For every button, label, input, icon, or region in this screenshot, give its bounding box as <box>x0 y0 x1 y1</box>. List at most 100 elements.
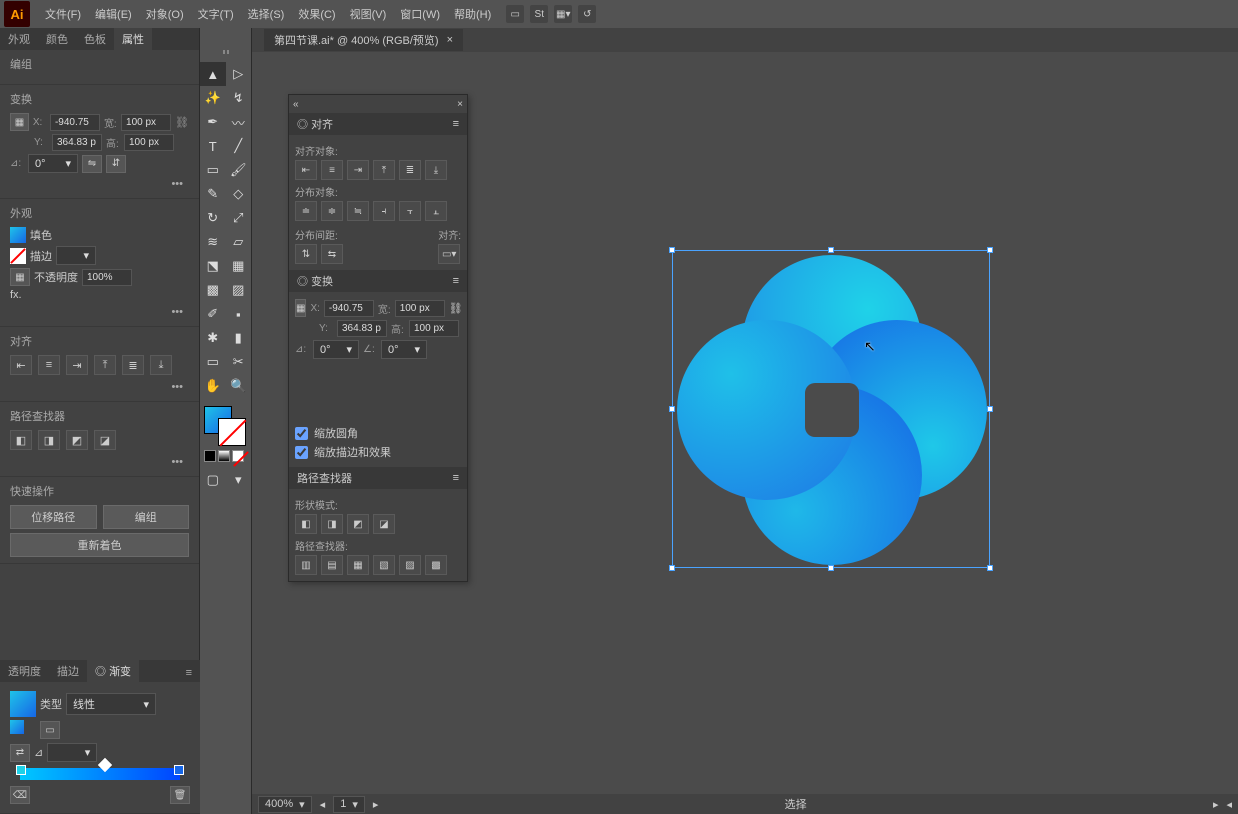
tab-swatches[interactable]: 色板 <box>76 28 114 50</box>
pf-exclude-icon[interactable]: ◪ <box>94 430 116 450</box>
artboard-tool[interactable]: ▭ <box>200 350 226 374</box>
scroll-right-icon[interactable]: ◂ <box>1226 798 1232 811</box>
menu-edit[interactable]: 编辑(E) <box>89 2 138 26</box>
gradient-tool[interactable]: ▨ <box>226 278 252 302</box>
shaper-tool[interactable]: ✎ <box>200 182 226 206</box>
panel-collapse-icon[interactable]: « <box>293 99 299 110</box>
lasso-tool[interactable]: ↯ <box>226 86 252 110</box>
magic-wand-tool[interactable]: ✨ <box>200 86 226 110</box>
scale-strokes-checkbox[interactable]: 缩放描边和效果 <box>295 444 461 460</box>
stroke-swatch-large[interactable] <box>218 418 246 446</box>
st-icon[interactable]: St <box>530 5 548 23</box>
line-tool[interactable]: ╱ <box>226 134 252 158</box>
type-tool[interactable]: T <box>200 134 226 158</box>
align-top-icon[interactable]: ⤒ <box>94 355 116 375</box>
bbox-handle[interactable] <box>669 247 675 253</box>
sm-minus[interactable]: ◨ <box>321 514 343 534</box>
dist-v-space-btn[interactable]: ⇅ <box>295 244 317 264</box>
stroke-weight-input[interactable]: ▾ <box>56 246 96 265</box>
sm-unite[interactable]: ◧ <box>295 514 317 534</box>
pf-merge[interactable]: ▦ <box>347 555 369 575</box>
align-left-btn[interactable]: ⇤ <box>295 160 317 180</box>
align-bottom-icon[interactable]: ⤓ <box>150 355 172 375</box>
bbox-handle[interactable] <box>987 247 993 253</box>
menu-type[interactable]: 文字(T) <box>192 2 240 26</box>
dist-vcenter-btn[interactable]: ≑ <box>321 201 343 221</box>
zoom-tool[interactable]: 🔍 <box>226 374 252 398</box>
brush-tool[interactable]: 🖌 <box>226 158 252 182</box>
menu-object[interactable]: 对象(O) <box>140 2 190 26</box>
shape-builder-tool[interactable]: ⬔ <box>200 254 226 278</box>
gradient-edit-icon[interactable] <box>10 720 36 740</box>
gradient-stop-1[interactable] <box>16 765 26 775</box>
menu-effect[interactable]: 效果(C) <box>292 2 341 26</box>
menu-select[interactable]: 选择(S) <box>242 2 291 26</box>
rotate-tool[interactable]: ↻ <box>200 206 226 230</box>
graph-tool[interactable]: ▮ <box>226 326 252 350</box>
ungroup-button[interactable]: 编组 <box>103 505 190 529</box>
sync-icon[interactable]: ↺ <box>578 5 596 23</box>
blend-tool[interactable]: ▪ <box>226 302 252 326</box>
hand-tool[interactable]: ✋ <box>200 374 226 398</box>
x-input[interactable] <box>50 114 100 131</box>
bbox-handle[interactable] <box>987 406 993 412</box>
align-hcenter-icon[interactable]: ≡ <box>38 355 60 375</box>
arrange-icon[interactable]: ▦▾ <box>554 5 572 23</box>
dist-bottom-btn[interactable]: ≒ <box>347 201 369 221</box>
bbox-handle[interactable] <box>669 406 675 412</box>
menu-help[interactable]: 帮助(H) <box>448 2 497 26</box>
artboard-prev-icon[interactable]: ◂ <box>320 798 326 811</box>
close-tab-icon[interactable]: × <box>447 34 453 46</box>
bbox-handle[interactable] <box>669 565 675 571</box>
fill-swatch[interactable] <box>10 227 26 243</box>
eraser-tool[interactable]: ◇ <box>226 182 252 206</box>
align-vcenter-icon[interactable]: ≣ <box>122 355 144 375</box>
gradient-slider[interactable] <box>20 768 180 780</box>
bbox-handle[interactable] <box>987 565 993 571</box>
perspective-tool[interactable]: ▦ <box>226 254 252 278</box>
angle-input[interactable]: 0°▾ <box>28 154 78 173</box>
tw-input[interactable] <box>395 300 445 317</box>
pf-divide[interactable]: ▥ <box>295 555 317 575</box>
mesh-tool[interactable]: ▩ <box>200 278 226 302</box>
scroll-left-icon[interactable]: ▸ <box>1213 798 1219 811</box>
align-more[interactable]: ••• <box>10 379 189 395</box>
pf-unite-icon[interactable]: ◧ <box>10 430 32 450</box>
slice-tool[interactable]: ✂ <box>226 350 252 374</box>
color-mode-none[interactable] <box>232 450 244 462</box>
opacity-icon[interactable]: ▦ <box>10 268 30 286</box>
menu-window[interactable]: 窗口(W) <box>394 2 446 26</box>
offset-path-button[interactable]: 位移路径 <box>10 505 97 529</box>
width-tool[interactable]: ≋ <box>200 230 226 254</box>
screen-mode-dropdown-icon[interactable]: ▾ <box>226 468 252 492</box>
pf-minus-front-icon[interactable]: ◨ <box>38 430 60 450</box>
pf-outline[interactable]: ▨ <box>399 555 421 575</box>
gradient-angle-input[interactable]: ▾ <box>47 743 97 762</box>
gradient-type-select[interactable]: 线性▾ <box>66 693 156 715</box>
free-transform-tool[interactable]: ▱ <box>226 230 252 254</box>
link-icon[interactable]: ⛓ <box>449 302 463 315</box>
align-right-icon[interactable]: ⇥ <box>66 355 88 375</box>
dist-left-btn[interactable]: ⫞ <box>373 201 395 221</box>
align-top-btn[interactable]: ⤒ <box>373 160 395 180</box>
tab-color[interactable]: 颜色 <box>38 28 76 50</box>
tab-gradient[interactable]: ◎ 渐变 <box>87 660 139 682</box>
menu-view[interactable]: 视图(V) <box>344 2 393 26</box>
panel-menu-icon[interactable]: ≡ <box>453 472 459 484</box>
tangle-input[interactable]: 0°▾ <box>313 340 359 359</box>
tab-transparency[interactable]: 透明度 <box>0 660 49 682</box>
panel-menu-icon[interactable]: ≡ <box>453 118 459 130</box>
tab-stroke[interactable]: 描边 <box>49 660 87 682</box>
document-tab[interactable]: 第四节课.ai* @ 400% (RGB/预览) × <box>264 29 463 51</box>
bbox-handle[interactable] <box>828 247 834 253</box>
align-right-btn[interactable]: ⇥ <box>347 160 369 180</box>
y-input[interactable] <box>52 134 102 151</box>
align-left-icon[interactable]: ⇤ <box>10 355 32 375</box>
dist-h-space-btn[interactable]: ⇆ <box>321 244 343 264</box>
selection-bounding-box[interactable] <box>672 250 990 568</box>
scale-tool[interactable]: ⤢ <box>226 206 252 230</box>
w-input[interactable] <box>121 114 171 131</box>
menu-file[interactable]: 文件(F) <box>39 2 87 26</box>
sm-exclude[interactable]: ◪ <box>373 514 395 534</box>
tshear-input[interactable]: 0°▾ <box>381 340 427 359</box>
